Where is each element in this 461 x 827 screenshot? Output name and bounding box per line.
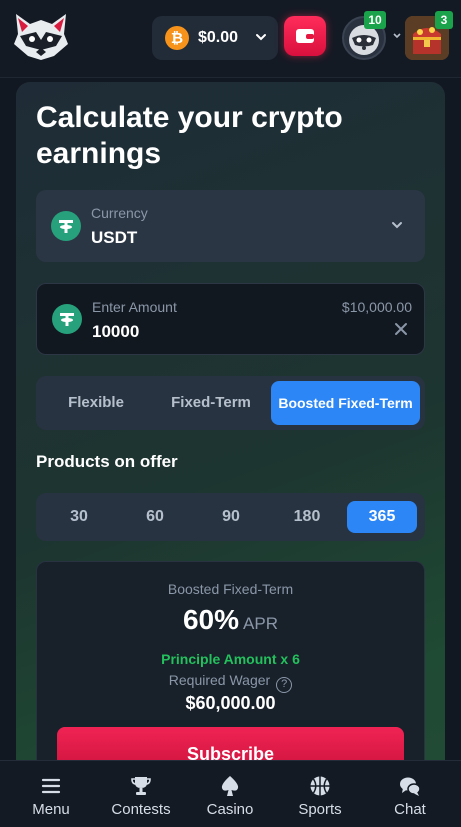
balance-selector[interactable]: ₿ $0.00 [152,16,278,60]
currency-value: USDT [91,228,138,247]
earnings-calculator-card: Calculate your crypto earnings Currency … [16,82,445,782]
menu-icon [41,778,61,794]
tether-icon [51,211,81,241]
required-wager-row: Required Wager? [37,672,424,693]
bottom-navigation: Menu Contests Casino Sports Chat [0,760,461,827]
nav-chat[interactable]: Chat [364,761,456,827]
chevron-down-icon [256,34,266,41]
apr-row: 60% APR [37,604,424,636]
offer-type: Boosted Fixed-Term [167,581,294,597]
nav-menu[interactable]: Menu [5,761,97,827]
tether-icon [52,304,82,334]
nav-sports[interactable]: Sports [274,761,366,827]
required-wager-value: $60,000.00 [185,693,276,713]
help-icon[interactable]: ? [276,677,293,693]
products-heading: Products on offer [36,452,178,471]
wallet-icon [296,29,314,43]
basketball-icon [310,776,330,796]
nav-menu-label: Menu [32,801,70,818]
duration-365[interactable]: 365 [347,501,417,533]
chevron-down-icon[interactable] [392,32,402,40]
tab-fixed-term[interactable]: Fixed-Term [156,381,266,425]
duration-90[interactable]: 90 [196,501,266,533]
nav-contests-label: Contests [111,801,171,818]
duration-60[interactable]: 60 [120,501,190,533]
chest-badge: 3 [435,11,453,29]
tab-boosted-fixed-term[interactable]: Boosted Fixed-Term [271,381,420,425]
max-amount: $10,000.00 [341,299,412,315]
apr-label: APR [243,614,278,633]
apr-value: 60% [182,604,240,635]
wallet-button[interactable] [284,16,326,56]
raccoon-logo[interactable] [10,10,72,62]
trophy-icon [131,777,151,795]
level-badge: 10 [364,11,386,29]
duration-tabs: 30 60 90 180 365 [36,493,425,541]
nav-casino-label: Casino [206,801,254,818]
required-wager-label: Required Wager [168,672,271,688]
bitcoin-icon: ₿ [165,26,189,50]
chevron-down-icon [392,222,402,229]
page-title: Calculate your crypto earnings [36,101,343,170]
spade-icon [221,776,239,796]
balance-amount: $0.00 [198,29,239,46]
nav-contests[interactable]: Contests [95,761,187,827]
amount-input[interactable]: Enter Amount 10000 $10,000.00 [36,283,425,355]
product-offer-card: Boosted Fixed-Term 60% APR Principle Amou… [36,561,425,782]
duration-180[interactable]: 180 [272,501,342,533]
amount-value[interactable]: 10000 [92,322,139,342]
nav-casino[interactable]: Casino [184,761,276,827]
close-icon[interactable] [394,322,408,336]
tab-flexible[interactable]: Flexible [41,381,151,425]
nav-chat-label: Chat [394,801,426,818]
duration-30[interactable]: 30 [44,501,114,533]
nav-sports-label: Sports [298,801,342,818]
currency-select[interactable]: Currency USDT [36,190,425,262]
term-type-tabs: Flexible Fixed-Term Boosted Fixed-Term [36,376,425,430]
top-bar: ₿ $0.00 10 3 [0,0,461,78]
amount-placeholder: Enter Amount [92,299,177,315]
currency-label: Currency [91,205,148,221]
principle-multiplier: Principle Amount x 6 [161,651,300,667]
chat-icon [400,777,421,796]
